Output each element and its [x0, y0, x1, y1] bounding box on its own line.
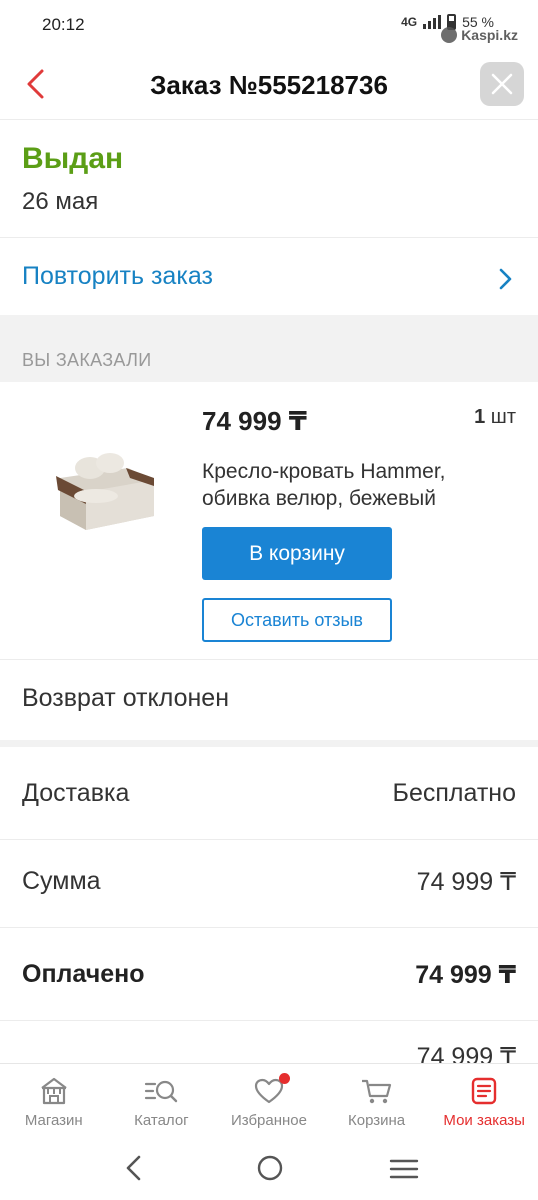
section-header-ordered: ВЫ ЗАКАЗАЛИ: [0, 315, 538, 382]
divider: [0, 740, 538, 747]
status-bar: 20:12 4G 55 % Kaspi.kz: [0, 0, 538, 50]
close-icon: [491, 73, 513, 95]
close-button[interactable]: [480, 62, 524, 106]
delivery-value: Бесплатно: [392, 779, 516, 807]
nav-my-orders-label: Мои заказы: [443, 1112, 525, 1129]
sum-row: Сумма 74 999 ₸: [0, 835, 538, 928]
system-home-icon[interactable]: [256, 1154, 284, 1182]
sum-label: Сумма: [22, 867, 101, 895]
system-recents-icon[interactable]: [389, 1158, 419, 1180]
product-name[interactable]: Кресло-кровать Hammer, обивка велюр, беж…: [202, 458, 502, 512]
nav-favorites-label: Избранное: [230, 1112, 307, 1129]
return-status-row: Возврат отклонен: [0, 660, 538, 740]
nav-catalog[interactable]: Каталог: [108, 1064, 216, 1140]
system-nav-bar: [0, 1140, 538, 1200]
catalog-search-icon: [145, 1080, 178, 1103]
leave-review-button[interactable]: Оставить отзыв: [202, 598, 392, 642]
nav-cart-label: Корзина: [348, 1112, 406, 1129]
order-status: Выдан: [22, 142, 124, 175]
paid-label: Оплачено: [22, 960, 145, 988]
add-to-cart-button[interactable]: В корзину: [202, 527, 392, 580]
nav-my-orders[interactable]: Мои заказы: [430, 1064, 538, 1140]
nav-favorites[interactable]: Избранное: [215, 1064, 323, 1140]
paid-value: 74 999 ₸: [415, 961, 516, 989]
product-image[interactable]: [50, 438, 160, 534]
nav-catalog-label: Каталог: [134, 1112, 189, 1129]
product-quantity: 1 шт: [474, 406, 516, 429]
signal-icon: [423, 15, 442, 29]
chevron-right-icon: [499, 268, 512, 290]
shop-icon: [41, 1077, 67, 1105]
orders-icon: [471, 1077, 497, 1105]
repeat-order-label: Повторить заказ: [22, 262, 213, 290]
quantity-unit: шт: [490, 406, 516, 428]
product-price: 74 999 ₸: [202, 406, 307, 436]
return-status: Возврат отклонен: [22, 684, 230, 712]
header: Заказ №555218736: [0, 50, 538, 120]
nav-shop[interactable]: Магазин: [0, 1064, 108, 1140]
network-type: 4G: [401, 15, 418, 29]
product-item: 74 999 ₸ 1 шт Кресло-кровать Hammer, оби…: [0, 382, 538, 660]
quantity-number: 1: [474, 406, 486, 428]
delivery-row: Доставка Бесплатно: [0, 747, 538, 840]
nav-shop-label: Магазин: [24, 1112, 83, 1129]
page-title: Заказ №555218736: [150, 70, 388, 100]
watermark-logo-icon: [441, 27, 458, 43]
sum-value: 74 999 ₸: [416, 868, 516, 896]
bottom-nav: Магазин Каталог Избранное Корзина Мои за…: [0, 1063, 538, 1140]
paid-row: Оплачено 74 999 ₸: [0, 928, 538, 1021]
watermark-text: Kaspi.kz: [461, 27, 518, 43]
nav-cart[interactable]: Корзина: [323, 1064, 431, 1140]
section-title: ВЫ ЗАКАЗАЛИ: [22, 350, 152, 370]
order-date: 26 мая: [22, 188, 99, 215]
cart-icon: [361, 1079, 391, 1104]
status-time: 20:12: [42, 15, 85, 34]
system-back-icon[interactable]: [122, 1154, 146, 1182]
order-status-block: Выдан 26 мая: [0, 120, 538, 238]
repeat-order-row[interactable]: Повторить заказ: [0, 238, 538, 315]
delivery-label: Доставка: [22, 779, 130, 807]
notification-dot: [279, 1073, 291, 1084]
watermark: Kaspi.kz: [441, 27, 518, 43]
